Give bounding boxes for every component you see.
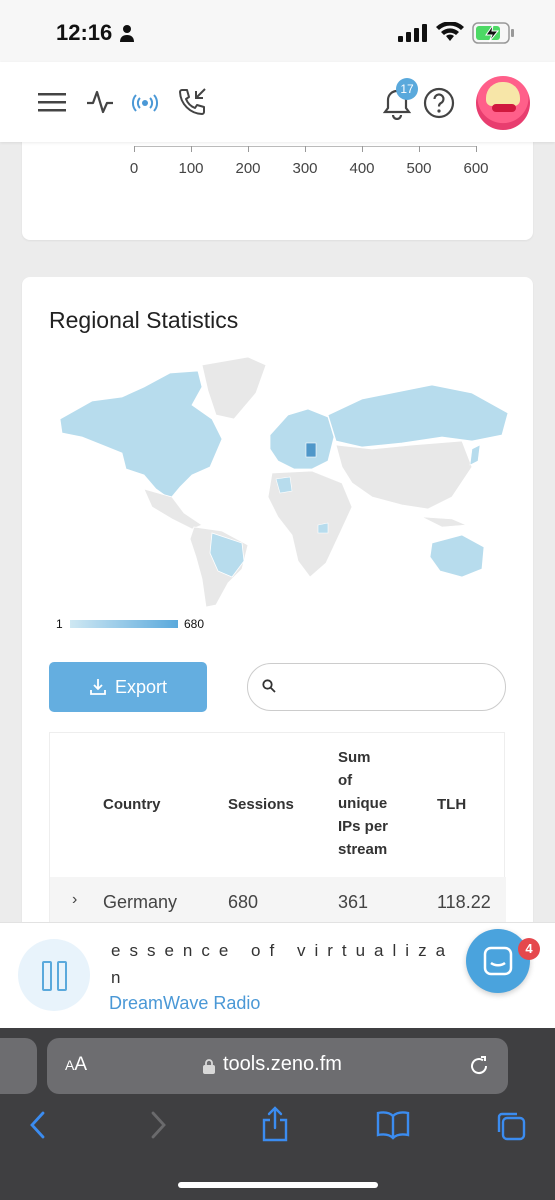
page-content[interactable]: 0 100 200 300 400 500 600 Regional Stati… — [0, 142, 555, 922]
column-header-tlh[interactable]: TLH — [437, 793, 466, 816]
download-icon — [90, 679, 106, 695]
table-row[interactable]: › Germany 680 361 118.22 — [50, 877, 506, 922]
x-tick-label: 300 — [292, 160, 318, 177]
home-indicator — [178, 1182, 378, 1188]
chat-launcher-button[interactable] — [466, 929, 530, 993]
browser-toolbar — [0, 1106, 555, 1154]
station-name[interactable]: DreamWave Radio — [109, 993, 260, 1014]
map-region-indonesia — [421, 516, 467, 528]
previous-tab-preview[interactable] — [0, 1038, 37, 1094]
notification-badge: 17 — [396, 78, 418, 100]
x-tick-label: 600 — [463, 160, 489, 177]
map-region-africa-east — [317, 522, 329, 534]
search-box[interactable] — [247, 663, 506, 711]
cell-unique-ips: 361 — [338, 892, 369, 912]
cellular-signal-icon — [398, 24, 427, 42]
search-input[interactable] — [288, 674, 488, 702]
regional-table: Country Sessions Sum of unique IPs per s… — [49, 732, 506, 922]
browser-chrome: AA tools.zeno.fm — [0, 1028, 555, 1200]
world-map[interactable] — [52, 357, 512, 607]
table-header: Country Sessions Sum of unique IPs per s… — [50, 733, 506, 877]
track-title: essence of virtualiza n — [111, 941, 455, 987]
x-tick-label: 0 — [129, 160, 139, 177]
chat-badge: 4 — [518, 938, 540, 960]
map-region-asia — [335, 440, 473, 510]
address-bar[interactable]: AA tools.zeno.fm — [47, 1038, 508, 1094]
cell-country: Germany — [103, 892, 178, 912]
column-header-unique-ips[interactable]: Sum of unique IPs per stream — [338, 746, 388, 861]
share-icon[interactable] — [261, 1106, 289, 1142]
cell-sessions: 680 — [228, 892, 259, 912]
pause-icon — [42, 961, 52, 991]
user-avatar[interactable] — [476, 76, 530, 130]
expand-chevron-icon[interactable]: › — [72, 891, 77, 909]
legend-color-scale — [70, 620, 178, 628]
reload-icon[interactable] — [467, 1054, 491, 1078]
tabs-icon[interactable] — [495, 1110, 527, 1142]
menu-icon[interactable] — [38, 92, 66, 112]
pause-button[interactable] — [18, 939, 90, 1011]
search-icon — [262, 679, 276, 693]
incoming-call-icon[interactable] — [176, 86, 208, 118]
back-icon[interactable] — [28, 1110, 48, 1140]
battery-charging-icon — [472, 22, 514, 44]
chat-icon — [483, 946, 513, 976]
app-header: 17 — [0, 62, 555, 142]
forward-icon[interactable] — [148, 1110, 168, 1140]
map-region-north-america — [59, 370, 223, 500]
x-tick-label: 100 — [178, 160, 204, 177]
cell-tlh: 118.22 — [437, 892, 491, 912]
legend-min-label: 1 — [56, 617, 63, 631]
bookmarks-icon[interactable] — [376, 1110, 410, 1140]
column-header-sessions[interactable]: Sessions — [228, 793, 294, 816]
person-icon — [120, 25, 134, 42]
export-button[interactable]: Export — [49, 662, 207, 712]
column-header-country[interactable]: Country — [103, 793, 161, 816]
legend-max-label: 680 — [184, 617, 205, 631]
status-time: 12:16 — [56, 20, 113, 45]
x-tick-label: 500 — [406, 160, 432, 177]
map-region-germany — [305, 442, 317, 458]
url-domain: tools.zeno.fm — [223, 1053, 342, 1075]
wifi-icon — [436, 22, 464, 41]
x-tick-label: 200 — [235, 160, 261, 177]
regional-statistics-card: Regional Statistics 1 680 Export Country… — [22, 277, 533, 922]
activity-icon[interactable] — [86, 89, 114, 115]
export-label: Export — [114, 676, 168, 697]
status-bar: 12:16 — [0, 0, 555, 62]
map-region-russia — [327, 384, 509, 448]
chart-card: 0 100 200 300 400 500 600 — [22, 142, 533, 240]
map-region-australia — [429, 534, 485, 578]
broadcast-icon[interactable] — [131, 92, 159, 114]
help-icon[interactable] — [423, 87, 455, 119]
map-region-europe — [269, 408, 335, 470]
audio-player: essence of virtualiza n DreamWave Radio — [0, 922, 555, 1028]
section-title: Regional Statistics — [49, 307, 239, 333]
text-size-button[interactable]: AA — [65, 1054, 87, 1076]
lock-icon — [203, 1059, 215, 1074]
map-region-japan — [469, 444, 481, 466]
map-region-greenland — [201, 357, 267, 420]
x-tick-label: 400 — [349, 160, 375, 177]
